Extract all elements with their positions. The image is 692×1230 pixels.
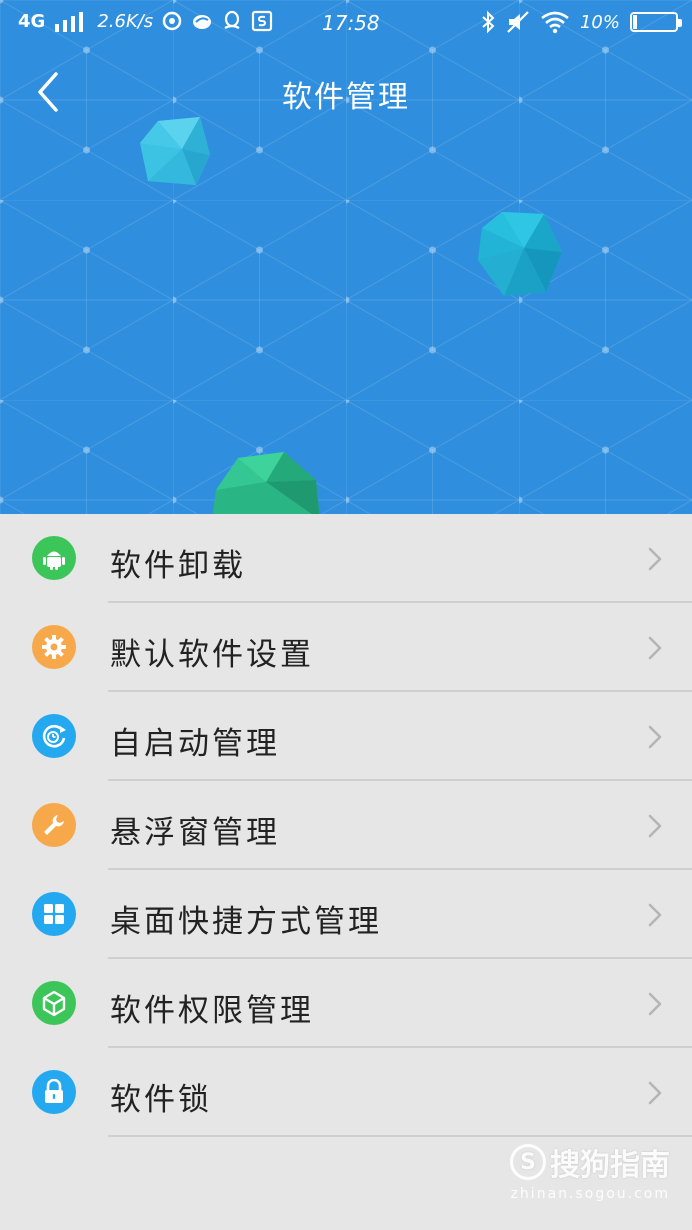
battery-percent: 10% — [579, 11, 620, 33]
cube-icon — [32, 981, 76, 1025]
lock-icon — [32, 1070, 76, 1114]
chevron-right-icon — [648, 636, 662, 660]
gem-decoration — [140, 117, 210, 185]
chevron-right-icon — [648, 725, 662, 749]
gem-decoration — [478, 212, 562, 296]
power-clock-icon — [32, 714, 76, 758]
chevron-right-icon — [648, 903, 662, 927]
netease-icon — [162, 11, 182, 31]
menu-item[interactable]: 桌面快捷方式管理 — [0, 870, 692, 959]
qq-icon — [224, 10, 240, 29]
gear-icon — [32, 625, 76, 669]
menu-item[interactable]: 悬浮窗管理 — [0, 781, 692, 870]
network-type: 4G — [18, 10, 46, 32]
sogou-logo-icon: S — [510, 1144, 546, 1180]
watermark-brand: 搜狗指南 — [550, 1148, 670, 1183]
settings-menu-list: 软件卸载默认软件设置 自启动管理悬浮窗管理桌面快捷方式管理 软件权限管理 软件锁 — [0, 514, 692, 1137]
android-icon — [32, 536, 76, 580]
weibo-icon — [193, 15, 212, 29]
clock: 17:58 — [322, 11, 380, 35]
menu-item[interactable]: 软件锁 — [0, 1048, 692, 1137]
menu-item-label: 软件锁 — [110, 1082, 212, 1118]
watermark-url: zhinan.sogou.com — [510, 1186, 670, 1202]
menu-item[interactable]: 软件卸载 — [0, 514, 692, 603]
chevron-right-icon — [648, 992, 662, 1016]
menu-item-label: 桌面快捷方式管理 — [110, 904, 382, 940]
grid-icon — [32, 892, 76, 936]
menu-item-label: 悬浮窗管理 — [110, 815, 280, 851]
sogou-icon — [252, 10, 273, 32]
menu-item[interactable]: 软件权限管理 — [0, 959, 692, 1048]
menu-item-label: 软件卸载 — [110, 548, 246, 584]
status-bar: 4G 2.6K/s 17:58 10% — [0, 0, 692, 48]
chevron-right-icon — [648, 814, 662, 838]
bluetooth-icon — [482, 10, 495, 34]
menu-item-label: 自启动管理 — [110, 726, 280, 762]
menu-item[interactable]: 默认软件设置 — [0, 603, 692, 692]
chevron-right-icon — [648, 1081, 662, 1105]
wrench-icon — [32, 803, 76, 847]
menu-item[interactable]: 自启动管理 — [0, 692, 692, 781]
battery-level — [633, 15, 637, 29]
signal-icon — [55, 12, 84, 32]
wifi-icon — [541, 11, 569, 34]
gem-decoration — [212, 452, 320, 514]
page-title: 软件管理 — [282, 80, 410, 115]
chevron-right-icon — [648, 547, 662, 571]
watermark: S 搜狗指南 zhinan.sogou.com — [510, 1140, 670, 1202]
network-speed: 2.6K/s — [97, 10, 154, 32]
battery-icon — [630, 12, 682, 32]
menu-item-label: 默认软件设置 — [110, 637, 314, 673]
menu-item-label: 软件权限管理 — [110, 993, 314, 1029]
header-banner: 4G 2.6K/s 17:58 10% 软件管理 — [0, 0, 692, 514]
divider — [108, 1135, 692, 1137]
mute-icon — [507, 11, 529, 33]
